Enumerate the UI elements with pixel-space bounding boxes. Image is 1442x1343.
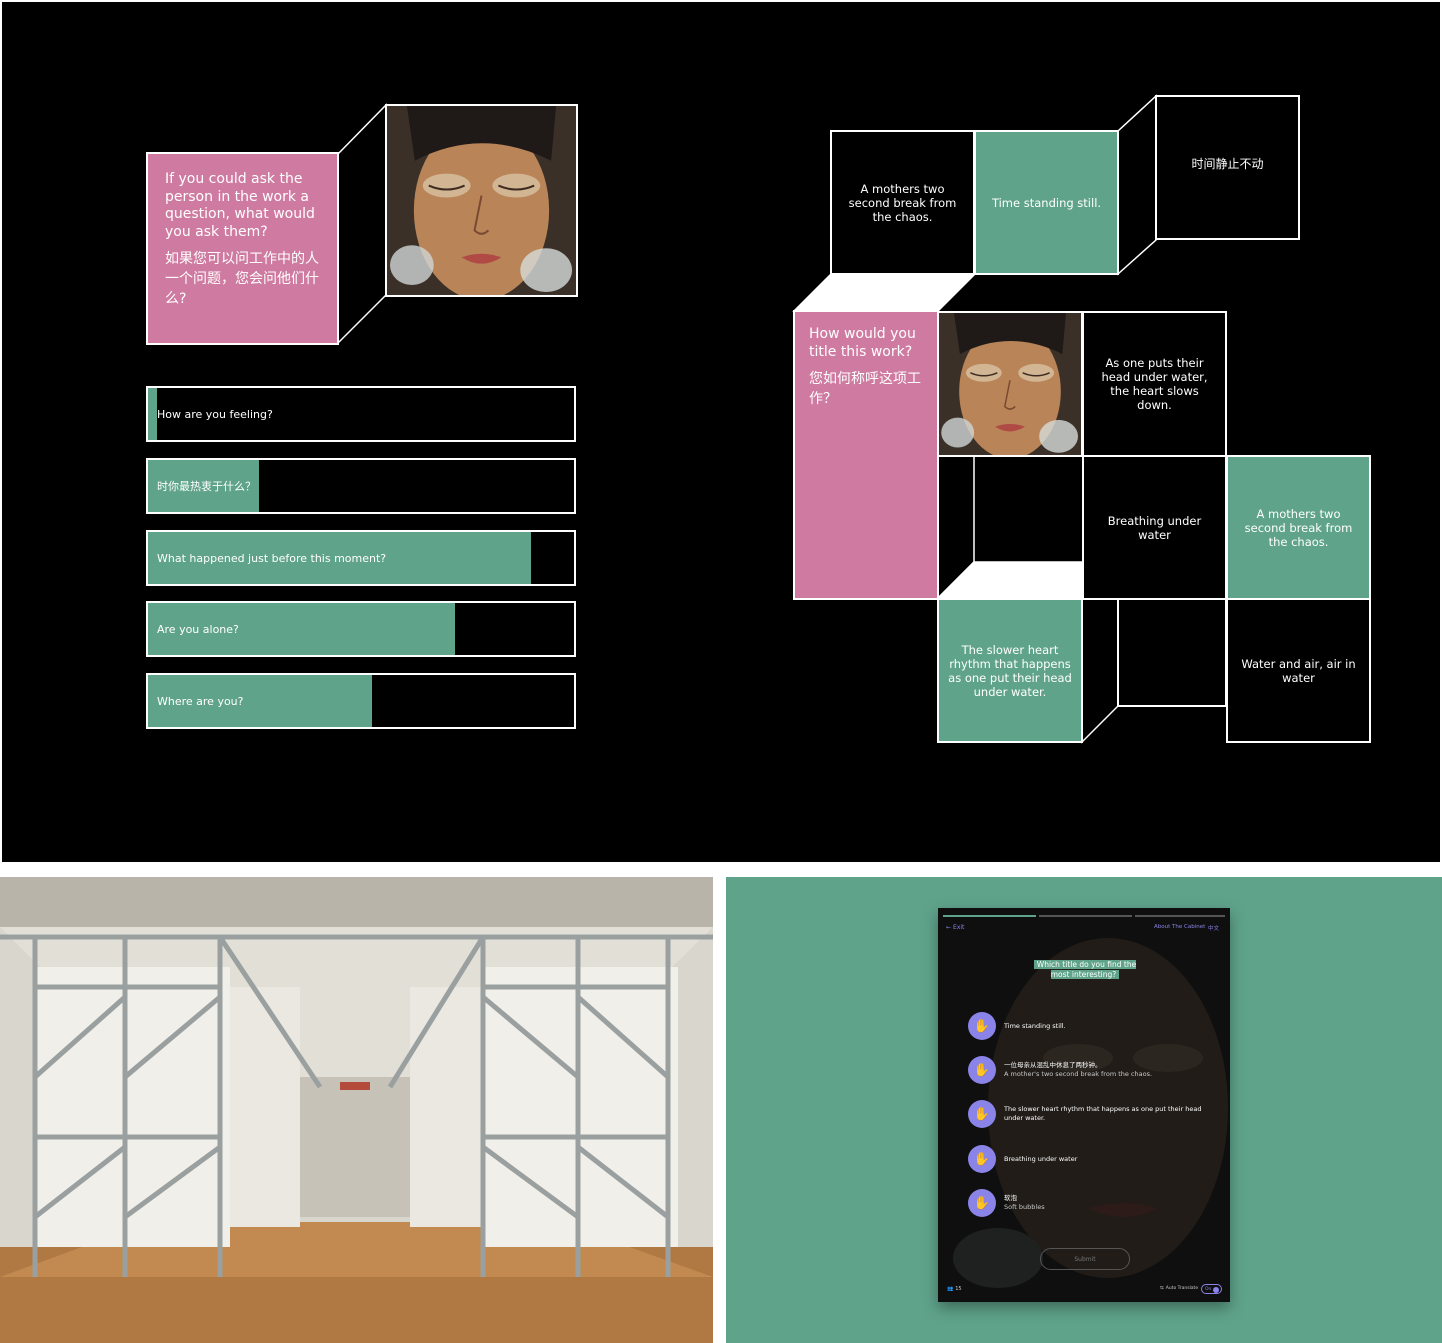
question-en: How would you title this work? [809,326,916,360]
question-cn: 您如何称呼这项工作？ [809,371,921,407]
title-tile: Water and air, air in water [1226,598,1371,743]
clap-icon: ✋ [968,1012,996,1040]
progress-segment [1135,915,1225,917]
vote-option[interactable]: ✋ Time standing still. [968,1012,1066,1040]
toggle-label: On [1205,1286,1212,1292]
exit-button[interactable]: ← Exit [946,924,964,931]
question-text: Which title do you find the most interes… [1033,960,1137,979]
option-primary: The slower heart rhythm that happens as … [1004,1105,1202,1122]
installation-photo [0,877,713,1343]
submit-button[interactable]: Submit [1040,1248,1130,1270]
tablet-screen: ← Exit About The Cabinet 中文 Which title … [938,908,1230,1302]
title-tile-cn: 时间静止不动 [1155,95,1300,240]
vote-option[interactable]: ✋ The slower heart rhythm that happens a… [968,1100,1208,1128]
title-tile-highlight: A mothers two second break from the chao… [1226,455,1371,600]
progress-segment [1039,915,1132,917]
option-primary: 软泡 [1004,1194,1017,1202]
language-toggle[interactable]: 中文 [1208,924,1219,932]
clap-icon: ✋ [968,1056,996,1084]
toggle-knob [1213,1286,1219,1293]
users-icon: 👥 [947,1286,954,1292]
option-primary: Breathing under water [1004,1154,1078,1163]
user-count: 👥 15 [947,1286,962,1292]
option-primary: 一位母亲从混乱中休息了两秒钟。 [1004,1061,1102,1069]
question-heading: Which title do you find the most interes… [1030,960,1140,980]
auto-translate: ⇆ Auto Translate [1160,1286,1198,1291]
progress-segment-active [943,915,1036,917]
vote-option[interactable]: ✋ 软泡 Soft bubbles [968,1189,1045,1217]
artwork-portrait-small [937,311,1083,457]
clap-icon: ✋ [968,1189,996,1217]
empty-tile [1117,598,1227,707]
arrow-left-icon: ← [946,924,952,931]
translate-icon: ⇆ [1160,1286,1164,1291]
title-tile-highlight: Time standing still. [974,130,1119,275]
exit-label: Exit [953,924,965,931]
portrait-image [939,313,1081,455]
auto-translate-label: Auto Translate [1165,1286,1199,1291]
about-link[interactable]: About The Cabinet [1154,924,1205,930]
clap-icon: ✋ [968,1100,996,1128]
user-count-value: 15 [955,1286,962,1292]
option-secondary: Soft bubbles [1004,1203,1045,1211]
clap-icon: ✋ [968,1145,996,1173]
option-primary: Time standing still. [1004,1021,1066,1030]
vote-option[interactable]: ✋ 一位母亲从混乱中休息了两秒钟。 A mother's two second b… [968,1056,1152,1084]
title-tile: A mothers two second break from the chao… [830,130,975,275]
vote-option[interactable]: ✋ Breathing under water [968,1145,1077,1173]
title-tile-highlight: The slower heart rhythm that happens as … [937,598,1083,743]
auto-translate-toggle[interactable]: On [1201,1284,1222,1294]
option-secondary: A mother's two second break from the cha… [1004,1070,1153,1078]
title-tile: Breathing under water [1082,455,1227,600]
title-tile: As one puts their head under water, the … [1082,311,1227,457]
question-card-right: How would you title this work? 您如何称呼这项工作… [793,310,939,600]
gallery-photo [0,877,713,1343]
